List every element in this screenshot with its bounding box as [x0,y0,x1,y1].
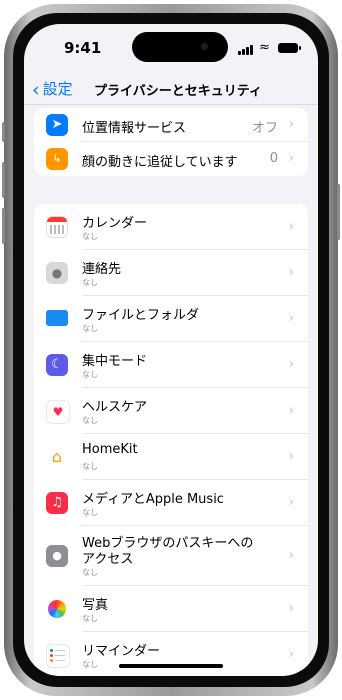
list-item-homekit[interactable]: ⌂ HomeKit なし › [34,434,308,480]
row-subtitle: なし [82,568,98,577]
location-arrow-icon: ➤ [46,114,68,136]
location-group: ➤ 位置情報サービス オフ › ↳ 顔の動きに追従しています 0 › [34,108,308,176]
list-item-passkeys[interactable]: ● Webブラウザのパスキーへの アクセス なし › [34,526,308,586]
reminders-icon [46,644,70,668]
folder-icon [46,310,68,326]
calendar-icon [46,216,68,238]
row-label: ファイルとフォルダ [82,308,200,323]
row-subtitle: なし [82,660,98,669]
face-tracking-icon: ↳ [46,148,68,170]
list-item-health[interactable]: ♥ ヘルスケア なし › [34,388,308,434]
chevron-right-icon: › [288,357,294,372]
home-indicator[interactable] [119,664,223,668]
chevron-right-icon: › [288,265,294,280]
chevron-left-icon: ‹ [32,79,40,101]
passkey-icon: ● [46,545,68,567]
list-item-files[interactable]: ファイルとフォルダ なし › [34,296,308,342]
row-label-line2: アクセス [82,552,134,567]
row-subtitle: なし [82,278,98,287]
dynamic-island [132,32,228,62]
chevron-right-icon: › [288,449,294,464]
list-item-media[interactable]: ♫ メディアとApple Music なし › [34,480,308,526]
row-subtitle: なし [82,232,98,241]
apps-group: カレンダー なし › ● 連絡先 なし › ファイルとフォルダ なし › ☾ 集… [34,204,308,676]
contacts-icon: ● [46,262,68,284]
chevron-right-icon: › [288,647,294,662]
list-item-contacts[interactable]: ● 連絡先 なし › [34,250,308,296]
location-services-row[interactable]: ➤ 位置情報サービス オフ › [34,108,308,142]
list-item-calendar[interactable]: カレンダー なし › [34,204,308,250]
side-button [337,184,340,240]
row-label: 集中モード [82,354,148,369]
chevron-right-icon: › [288,117,294,132]
row-label: HomeKit [82,442,138,457]
chevron-right-icon: › [288,151,294,166]
page-title: プライバシーとセキュリティ [94,84,262,99]
navigation-bar: ‹ 設定 プライバシーとセキュリティ [24,74,318,105]
chevron-right-icon: › [288,403,294,418]
row-subtitle: なし [82,462,98,471]
row-subtitle: なし [82,416,98,425]
row-value: 0 [269,151,278,166]
list-item-focus[interactable]: ☾ 集中モード なし › [34,342,308,388]
row-subtitle: なし [82,614,98,623]
list-item-reminders[interactable]: リマインダー なし › [34,632,308,676]
back-button[interactable]: ‹ 設定 [32,78,73,101]
home-icon: ⌂ [46,446,68,468]
battery-icon [278,43,301,53]
music-note-icon: ♫ [46,492,68,514]
chevron-right-icon: › [288,601,294,616]
action-button [2,122,5,142]
row-label: カレンダー [82,216,148,231]
row-label: リマインダー [82,644,161,659]
row-label: メディアとApple Music [82,492,224,507]
chevron-right-icon: › [288,219,294,234]
row-value: オフ [251,121,278,136]
row-subtitle: なし [82,370,98,379]
chevron-right-icon: › [288,311,294,326]
camera-dot [201,43,208,50]
row-label: 位置情報サービス [82,121,187,136]
volume-up-button [2,162,5,198]
photos-flower-icon [46,598,68,620]
row-label: 写真 [82,598,109,613]
face-tracking-row[interactable]: ↳ 顔の動きに追従しています 0 › [34,142,308,176]
signal-icon [238,45,254,55]
status-time: 9:41 [64,39,102,57]
status-bar: 9:41 ≈ [24,24,318,74]
health-heart-icon: ♥ [46,400,70,424]
row-subtitle: なし [82,324,98,333]
row-label: 顔の動きに追従しています [82,155,238,170]
back-label: 設定 [42,80,73,98]
volume-down-button [2,208,5,244]
screen: 9:41 ≈ ‹ 設定 プライバシーとセキュリティ ➤ 位置情報サービス オフ ›… [24,24,318,676]
wifi-icon: ≈ [259,40,270,55]
chevron-right-icon: › [288,548,294,563]
row-label: 連絡先 [82,262,122,277]
row-subtitle: なし [82,508,98,517]
focus-moon-icon: ☾ [46,354,68,376]
chevron-right-icon: › [288,495,294,510]
list-item-photos[interactable]: 写真 なし › [34,586,308,632]
row-label: ヘルスケア [82,400,148,415]
